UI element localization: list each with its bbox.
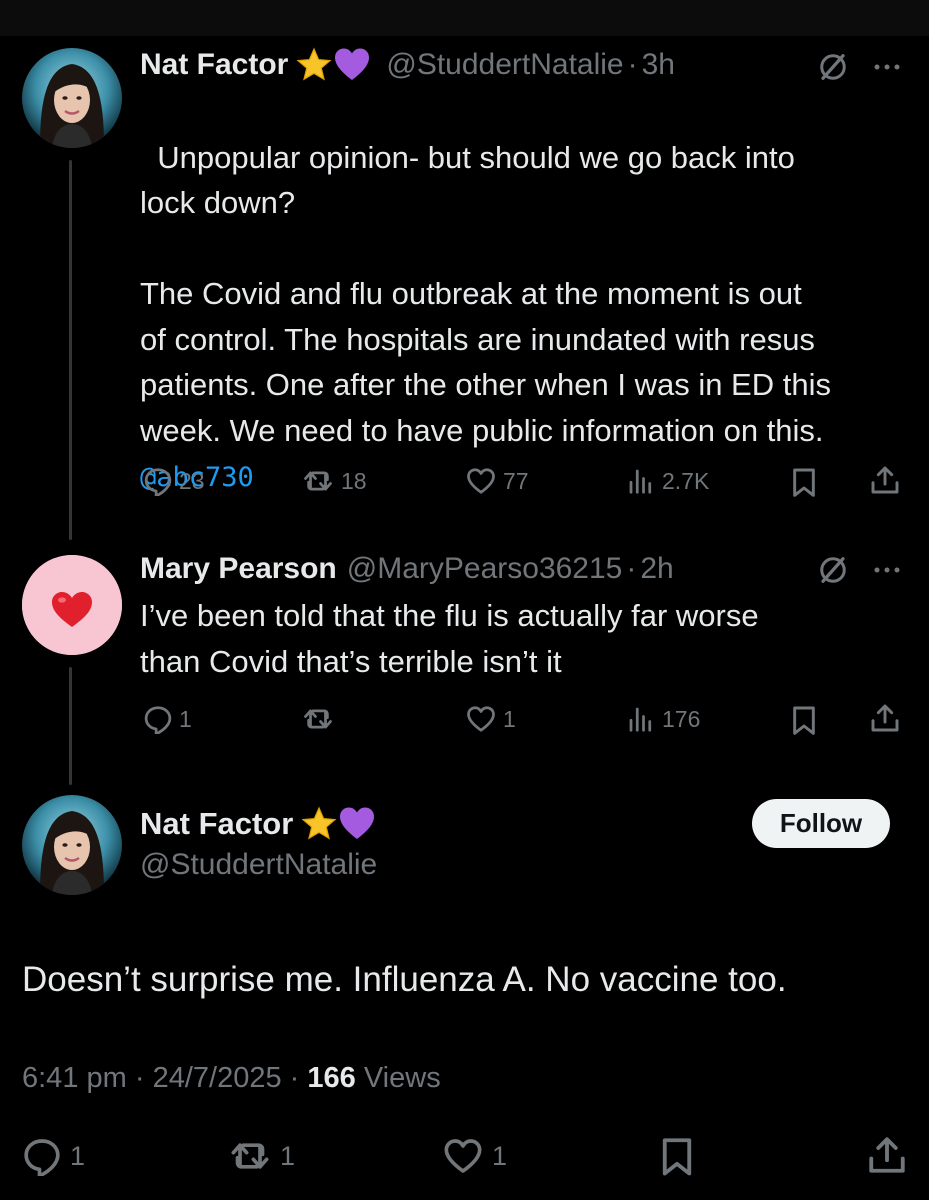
views-label: Views — [363, 1062, 441, 1094]
thread-connector-line — [69, 160, 72, 540]
avatar-nat-factor[interactable] — [22, 48, 122, 148]
more-icon[interactable] — [872, 52, 902, 87]
author-handle[interactable]: @StuddertNatalie — [386, 47, 623, 83]
tweet-time[interactable]: 2h — [640, 551, 673, 587]
reply-icon — [143, 466, 173, 496]
bookmark-button[interactable] — [788, 466, 820, 498]
reply-button[interactable]: 1 — [22, 1136, 85, 1176]
bookmark-icon — [788, 466, 820, 498]
star-emoji-icon — [301, 806, 337, 842]
bookmark-icon — [656, 1134, 698, 1178]
thread-connector-line — [69, 667, 72, 785]
purple-heart-emoji-icon — [339, 806, 375, 842]
retweet-button[interactable] — [301, 704, 341, 734]
tweet-time[interactable]: 3h — [642, 47, 675, 83]
views-count: 166 — [307, 1062, 356, 1094]
separator: · — [626, 552, 637, 585]
bookmark-button[interactable] — [656, 1134, 698, 1178]
share-icon — [869, 464, 901, 496]
tweet-body: Unpopular opinion- but should we go back… — [140, 139, 831, 448]
retweet-icon — [301, 704, 335, 734]
more-icon[interactable] — [872, 555, 902, 590]
views-icon — [626, 466, 656, 496]
share-button[interactable] — [869, 702, 901, 734]
tweet-text: Unpopular opinion- but should we go back… — [140, 89, 920, 501]
retweet-count: 18 — [341, 467, 367, 494]
share-button[interactable] — [866, 1134, 908, 1176]
purple-heart-emoji-icon — [334, 47, 370, 83]
reply-icon — [143, 704, 173, 734]
tweet-date[interactable]: 24/7/2025 — [153, 1062, 282, 1094]
tweet-header: Nat Factor @StuddertNatalie · 3h — [140, 47, 675, 83]
share-button[interactable] — [869, 464, 901, 496]
separator: · — [627, 48, 638, 81]
avatar-mary-pearson[interactable] — [22, 555, 122, 655]
author-handle[interactable]: @StuddertNatalie — [140, 848, 377, 882]
views-button[interactable]: 176 — [626, 704, 700, 734]
share-icon — [869, 702, 901, 734]
star-emoji-icon — [296, 47, 332, 83]
reply-count: 23 — [179, 467, 205, 494]
retweet-button[interactable]: 1 — [228, 1136, 295, 1176]
retweet-icon — [301, 466, 335, 496]
bookmark-button[interactable] — [788, 704, 820, 736]
like-icon — [442, 1136, 484, 1176]
separator: · — [289, 1062, 300, 1094]
views-count: 176 — [662, 705, 701, 732]
views-icon — [626, 704, 656, 734]
avatar-nat-factor[interactable] — [22, 795, 122, 895]
retweet-icon — [228, 1136, 272, 1176]
follow-button[interactable]: Follow — [752, 799, 890, 848]
grok-icon[interactable] — [818, 52, 848, 87]
author-name[interactable]: Nat Factor — [140, 806, 293, 842]
author-handle[interactable]: @MaryPearso36215 — [347, 551, 623, 587]
like-button[interactable]: 1 — [442, 1136, 507, 1176]
top-bar — [0, 0, 929, 36]
like-count: 1 — [503, 705, 516, 732]
tweet-meta: 6:41 pm · 24/7/2025 · 166 Views — [22, 1062, 441, 1095]
retweet-count: 1 — [280, 1140, 296, 1171]
reply-icon — [22, 1136, 62, 1176]
tweet-header: Mary Pearson @MaryPearso36215 · 2h — [140, 551, 674, 587]
focus-tweet-text: Doesn’t surprise me. Influenza A. No vac… — [22, 960, 787, 999]
like-count: 77 — [503, 467, 529, 494]
author-name[interactable]: Mary Pearson — [140, 551, 337, 587]
views-count: 2.7K — [662, 467, 710, 494]
focus-author-name-row: Nat Factor — [140, 806, 375, 842]
reply-button[interactable]: 1 — [143, 704, 192, 734]
tweet-time[interactable]: 6:41 pm — [22, 1062, 127, 1094]
reply-count: 1 — [179, 705, 192, 732]
separator: · — [134, 1062, 145, 1094]
bookmark-icon — [788, 704, 820, 736]
grok-icon[interactable] — [818, 555, 848, 590]
like-icon — [465, 466, 497, 496]
like-count: 1 — [492, 1140, 508, 1171]
like-button[interactable]: 1 — [465, 704, 516, 734]
share-icon — [866, 1134, 908, 1176]
reply-count: 1 — [70, 1140, 86, 1171]
like-icon — [465, 704, 497, 734]
retweet-button[interactable]: 18 — [301, 466, 367, 496]
views-button[interactable]: 2.7K — [626, 466, 709, 496]
like-button[interactable]: 77 — [465, 466, 529, 496]
author-name[interactable]: Nat Factor — [140, 47, 288, 83]
reply-button[interactable]: 23 — [143, 466, 205, 496]
tweet-text: I’ve been told that the flu is actually … — [140, 598, 759, 679]
